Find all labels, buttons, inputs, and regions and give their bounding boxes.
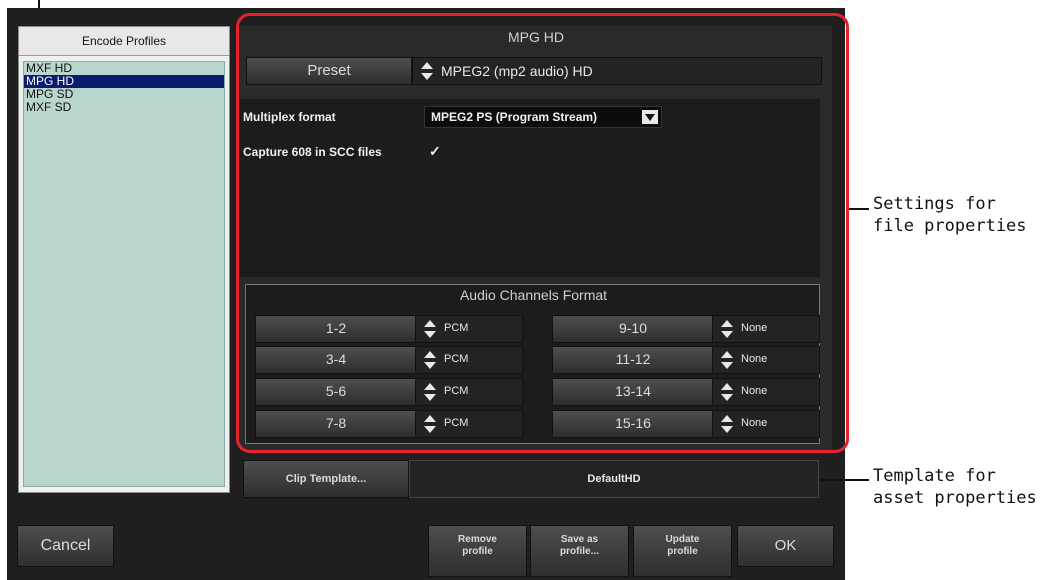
clip-template-value: DefaultHD bbox=[409, 460, 819, 498]
remove-profile-label-1: Remove bbox=[458, 534, 497, 545]
encode-profiles-panel: Encode Profiles MXF HD MPG HD MPG SD MXF… bbox=[18, 26, 230, 493]
callout-file-line-2: file properties bbox=[873, 216, 1027, 236]
callout-file-line-1: Settings for bbox=[873, 194, 996, 214]
callout-asset-properties: Template for asset properties bbox=[873, 465, 1037, 509]
callout-asset-line-2: asset properties bbox=[873, 488, 1037, 508]
update-profile-button[interactable]: Update profile bbox=[633, 525, 732, 577]
file-settings-highlight bbox=[236, 13, 849, 453]
save-as-profile-label-1: Save as bbox=[560, 534, 599, 545]
profile-item-mxf-sd[interactable]: MXF SD bbox=[24, 101, 224, 114]
callout-line-asset bbox=[820, 479, 869, 481]
profiles-list[interactable]: MXF HD MPG HD MPG SD MXF SD bbox=[23, 61, 225, 487]
save-as-profile-label-2: profile... bbox=[560, 546, 599, 557]
remove-profile-label-2: profile bbox=[462, 546, 493, 557]
update-profile-label-1: Update bbox=[665, 534, 700, 545]
clip-template-button[interactable]: Clip Template... bbox=[243, 460, 409, 498]
remove-profile-button[interactable]: Remove profile bbox=[428, 525, 527, 577]
save-as-profile-button[interactable]: Save as profile... bbox=[530, 525, 629, 577]
callout-file-properties: Settings for file properties bbox=[873, 193, 1027, 237]
cancel-button[interactable]: Cancel bbox=[17, 525, 114, 567]
update-profile-label-2: profile bbox=[667, 546, 698, 557]
callout-asset-line-1: Template for bbox=[873, 466, 996, 486]
encode-profiles-header: Encode Profiles bbox=[19, 27, 229, 56]
ok-button[interactable]: OK bbox=[737, 525, 834, 567]
callout-line-file bbox=[849, 208, 869, 210]
